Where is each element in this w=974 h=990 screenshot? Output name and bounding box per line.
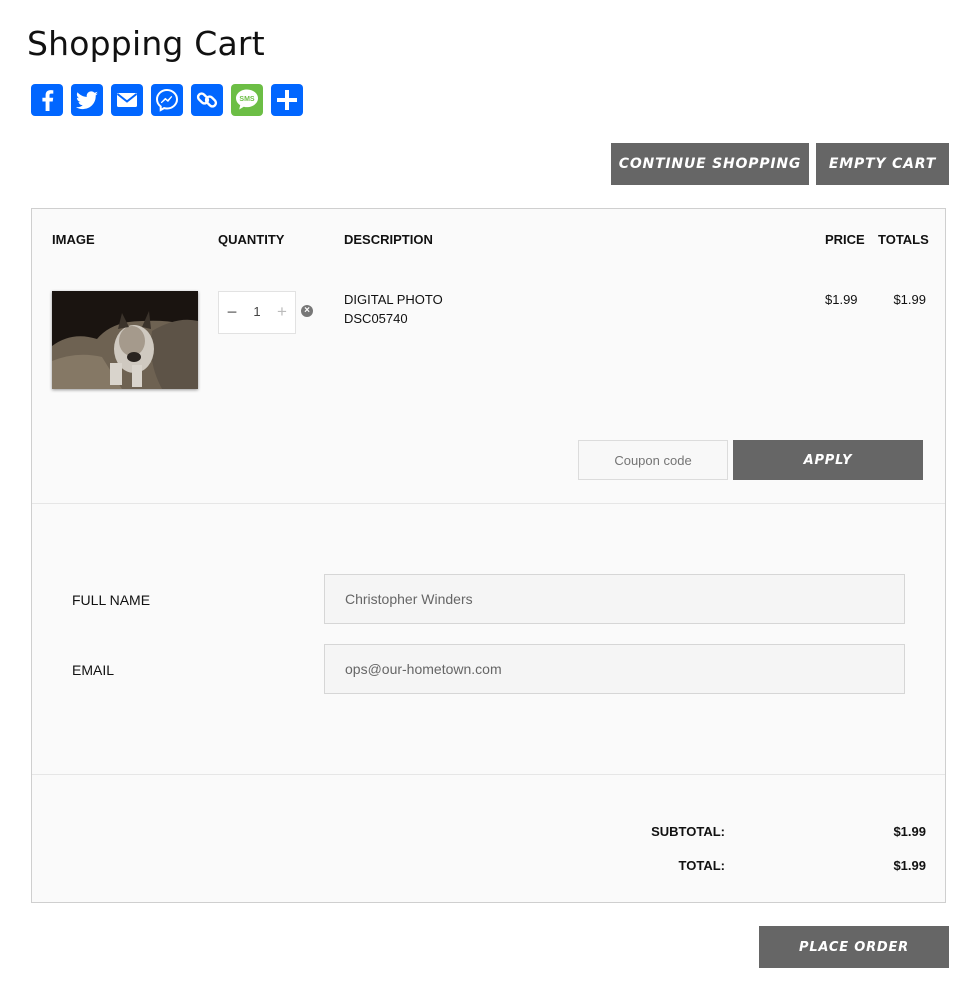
cart-panel: IMAGE QUANTITY DESCRIPTION PRICE TOTALS … — [31, 208, 946, 903]
quantity-value[interactable]: 1 — [247, 304, 267, 319]
sms-icon-label: SMS — [239, 96, 255, 103]
total-label: TOTAL: — [678, 858, 725, 873]
header-quantity: QUANTITY — [218, 232, 285, 247]
sms-share-button[interactable]: SMS — [231, 84, 263, 116]
messenger-share-button[interactable] — [151, 84, 183, 116]
sms-icon: SMS — [236, 89, 258, 110]
subtotal-label: SUBTOTAL: — [651, 824, 725, 839]
quantity-decrease-button[interactable]: − — [225, 302, 239, 322]
page-title: Shopping Cart — [27, 24, 265, 63]
facebook-icon — [42, 90, 54, 111]
coupon-code-input[interactable] — [578, 440, 728, 480]
remove-item-icon[interactable]: × — [301, 305, 313, 317]
empty-cart-button[interactable]: EMPTY CART — [816, 143, 949, 185]
section-divider — [32, 774, 945, 775]
header-totals: TOTALS — [878, 232, 929, 247]
place-order-button[interactable]: PLACE ORDER — [759, 926, 949, 968]
twitter-icon — [76, 91, 98, 110]
copy-link-share-button[interactable] — [191, 84, 223, 116]
full-name-field[interactable] — [324, 574, 905, 624]
email-share-button[interactable] — [111, 84, 143, 116]
product-thumbnail[interactable] — [52, 291, 198, 389]
item-name: DIGITAL PHOTO — [344, 292, 443, 307]
twitter-share-button[interactable] — [71, 84, 103, 116]
total-value: $1.99 — [893, 858, 926, 873]
item-total: $1.99 — [893, 292, 926, 307]
section-divider — [32, 503, 945, 504]
apply-coupon-button[interactable]: APPLY — [733, 440, 923, 480]
item-price: $1.99 — [825, 292, 858, 307]
email-label: EMAIL — [72, 662, 115, 678]
dog-photo-image — [52, 291, 198, 389]
messenger-icon — [155, 88, 179, 112]
header-price: PRICE — [825, 232, 865, 247]
header-image: IMAGE — [52, 232, 95, 247]
more-share-button[interactable] — [271, 84, 303, 116]
item-sku: DSC05740 — [344, 311, 408, 326]
full-name-label: FULL NAME — [72, 592, 151, 608]
quantity-increase-button[interactable]: + — [275, 302, 289, 322]
header-description: DESCRIPTION — [344, 232, 433, 247]
email-field[interactable] — [324, 644, 905, 694]
email-icon — [116, 93, 138, 107]
subtotal-value: $1.99 — [893, 824, 926, 839]
copy-link-icon — [196, 92, 218, 108]
share-buttons: SMS — [31, 84, 303, 116]
facebook-share-button[interactable] — [31, 84, 63, 116]
share-plus-icon — [277, 90, 297, 110]
quantity-stepper: − 1 + — [218, 291, 296, 334]
continue-shopping-button[interactable]: CONTINUE SHOPPING — [611, 143, 809, 185]
